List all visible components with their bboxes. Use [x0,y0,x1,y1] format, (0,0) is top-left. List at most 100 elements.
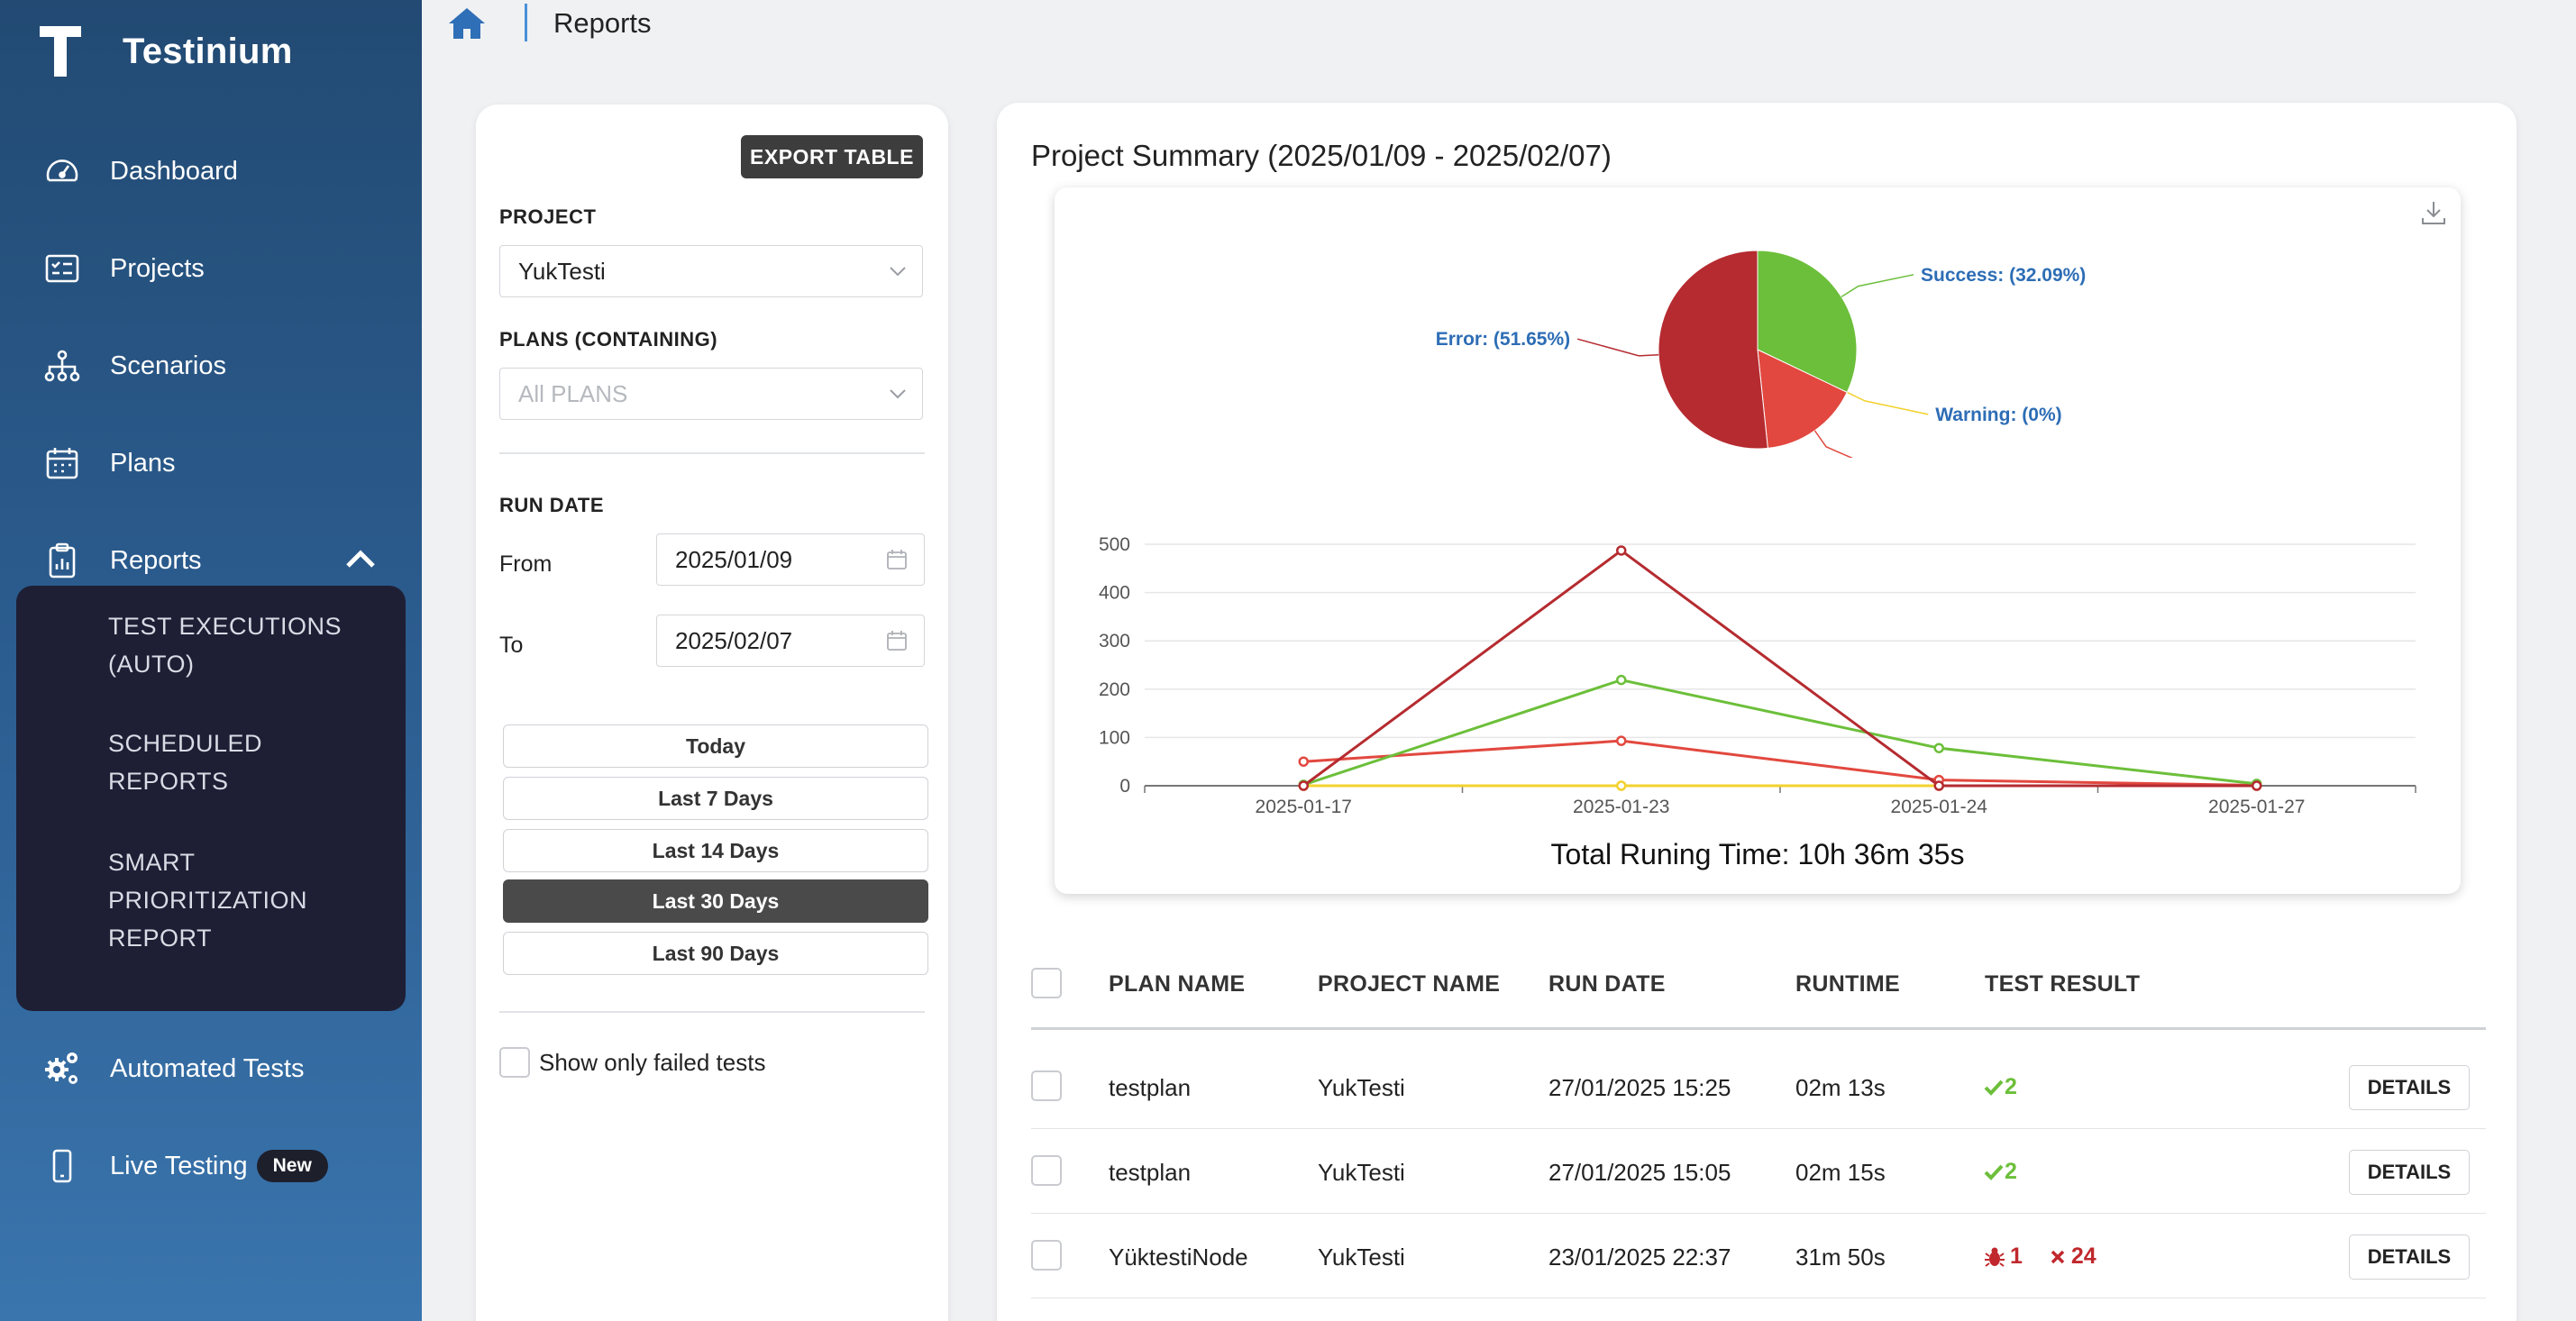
runtime-cell: 31m 50s [1795,1244,1886,1271]
submenu-label-line: REPORTS [108,768,229,795]
run-date-cell: 23/01/2025 22:37 [1548,1244,1731,1271]
submenu-scheduled-reports[interactable]: SCHEDULED REPORTS [108,724,262,800]
range-today-button[interactable]: Today [503,724,928,768]
from-label: From [499,551,553,577]
project-select[interactable]: YukTesti [499,245,923,297]
row-checkbox[interactable] [1031,1240,1062,1271]
sidebar-item-label: Automated Tests [110,1053,305,1083]
column-header-project-name[interactable]: PROJECT NAME [1318,971,1500,998]
row-divider [1031,1128,2486,1129]
sidebar: Testinium Dashboard Projects Scenarios P… [0,0,422,1321]
sidebar-item-reports[interactable]: Reports [0,528,422,593]
sidebar-item-projects[interactable]: Projects [0,236,422,301]
success-count: 2 [2005,1159,2017,1184]
column-header-plan-name[interactable]: PLAN NAME [1109,971,1245,998]
breadcrumb: Reports [553,7,652,39]
column-header-runtime[interactable]: RUNTIME [1795,971,1900,998]
sidebar-item-automated-tests[interactable]: Automated Tests [0,1036,422,1101]
plan-name-cell: testplan [1109,1159,1192,1186]
submenu-label-line: TEST EXECUTIONS [108,613,343,640]
x-tick-label: 2025-01-24 [1891,797,1988,817]
check-icon [1984,1164,2004,1180]
main-panel: Project Summary (2025/01/09 - 2025/02/07… [997,103,2517,1321]
test-result-cell: 2 [1983,1159,2017,1185]
y-tick-label: 0 [1119,776,1130,797]
to-date-input[interactable]: 2025/02/07 [656,615,925,667]
run-date-cell: 27/01/2025 15:25 [1548,1074,1731,1101]
submenu-smart-prioritization[interactable]: SMART PRIORITIZATION REPORT [108,843,307,957]
bug-count: 1 [2010,1244,2023,1269]
chart-card: Success: (32.09%)Warning: (0%)Failure: (… [1055,187,2461,894]
column-header-test-result[interactable]: TEST RESULT [1985,971,2140,998]
submenu-label-line: SMART [108,849,196,876]
data-point-error [1616,545,1627,556]
mobile-icon [43,1147,81,1185]
home-icon[interactable] [447,5,487,41]
range-last-90-days-button[interactable]: Last 90 Days [503,932,928,975]
details-button[interactable]: DETAILS [2349,1150,2470,1195]
sidebar-item-scenarios[interactable]: Scenarios [0,333,422,398]
chevron-down-icon [890,267,906,277]
testinium-logo [40,26,81,77]
range-last-30-days-button[interactable]: Last 30 Days [503,879,928,923]
divider [499,1011,925,1013]
plan-name-cell: testplan [1109,1074,1192,1101]
range-last-14-days-button[interactable]: Last 14 Days [503,829,928,872]
divider [499,452,925,454]
column-header-run-date[interactable]: RUN DATE [1548,971,1666,998]
range-last-7-days-button[interactable]: Last 7 Days [503,777,928,820]
brand[interactable]: Testinium [38,20,293,83]
chevron-up-icon[interactable] [344,548,377,569]
calendar-icon[interactable] [886,630,908,651]
gears-icon [43,1050,81,1088]
sitemap-icon [43,347,81,385]
x-tick-label: 2025-01-27 [2208,797,2305,817]
project-name-cell: YukTesti [1318,1074,1405,1101]
failed-only-label: Show only failed tests [539,1049,766,1076]
plans-select[interactable]: All PLANS [499,368,923,420]
x-tick-label: 2025-01-23 [1573,797,1669,817]
y-tick-label: 500 [1099,534,1130,555]
new-badge: New [256,1150,328,1182]
sidebar-item-label: Reports [110,545,202,575]
x-tick-label: 2025-01-17 [1256,797,1352,817]
submenu-test-executions[interactable]: TEST EXECUTIONS (AUTO) [108,607,342,683]
export-table-button[interactable]: EXPORT TABLE [741,135,923,178]
calendar-icon[interactable] [886,549,908,570]
breadcrumb-separator [525,4,527,41]
y-tick-label: 300 [1099,631,1130,651]
project-name-cell: YukTesti [1318,1244,1405,1271]
sidebar-item-label: Scenarios [110,351,226,380]
chevron-down-icon [890,389,906,399]
y-tick-label: 100 [1099,727,1130,748]
submenu-label-line: PRIORITIZATION [108,887,307,914]
series-line-success [1302,679,2257,787]
data-point-error [1933,780,1944,791]
sidebar-item-label: Live Testing [110,1151,248,1180]
select-all-checkbox[interactable] [1031,968,1062,998]
row-checkbox[interactable] [1031,1070,1062,1101]
from-date-value: 2025/01/09 [675,545,793,573]
sidebar-item-live-testing[interactable]: Live Testing New [0,1134,422,1198]
runtime-cell: 02m 15s [1795,1159,1886,1186]
data-point-error [1298,780,1309,791]
y-tick-label: 200 [1099,679,1130,700]
total-running-time: Total Runing Time: 10h 36m 35s [1550,838,1965,870]
plans-label: PLANS (CONTAINING) [499,328,718,351]
table-header-divider [1031,1027,2486,1030]
from-date-input[interactable]: 2025/01/09 [656,533,925,586]
submenu-label-line: REPORT [108,925,213,952]
details-button[interactable]: DETAILS [2349,1234,2470,1280]
error-count: 24 [2070,1244,2096,1269]
sidebar-item-dashboard[interactable]: Dashboard [0,139,422,204]
x-icon [2051,1250,2065,1263]
to-date-value: 2025/02/07 [675,626,793,654]
row-checkbox[interactable] [1031,1155,1062,1186]
data-point-failure [1616,735,1627,746]
data-point-success [1933,742,1944,753]
submenu-label-line: SCHEDULED [108,730,263,757]
sidebar-item-plans[interactable]: Plans [0,431,422,496]
data-point-success [1616,674,1627,686]
details-button[interactable]: DETAILS [2349,1065,2470,1110]
failed-only-checkbox[interactable] [499,1047,530,1078]
